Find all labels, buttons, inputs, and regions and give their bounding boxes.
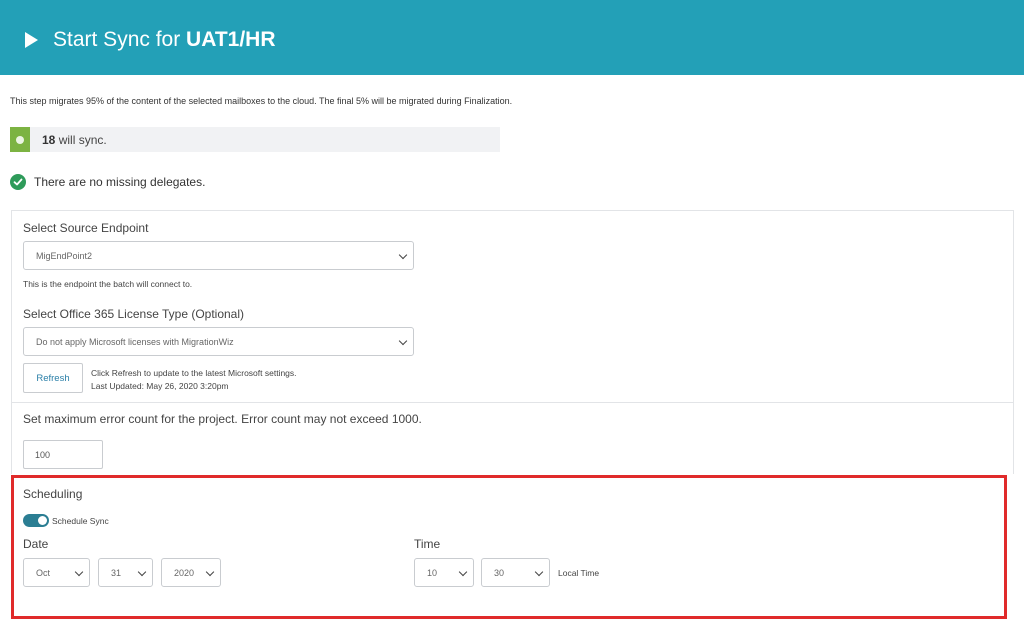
minute-value: 30 xyxy=(494,568,505,578)
refresh-button[interactable]: Refresh xyxy=(23,363,83,393)
error-count-input[interactable]: 100 xyxy=(23,440,103,469)
chevron-down-icon xyxy=(74,567,84,577)
toggle-knob xyxy=(38,516,47,525)
sync-status-indicator xyxy=(10,127,30,152)
delegates-status-text: There are no missing delegates. xyxy=(34,175,206,189)
scheduling-highlight xyxy=(11,475,1007,619)
license-type-select[interactable]: Do not apply Microsoft licenses with Mig… xyxy=(23,327,414,356)
page-title: Start Sync for UAT1/HR xyxy=(53,28,276,52)
year-select[interactable]: 2020 xyxy=(161,558,221,587)
last-updated-text: Last Updated: May 26, 2020 3:20pm xyxy=(91,381,229,391)
day-value: 31 xyxy=(111,568,122,578)
source-endpoint-help: This is the endpoint the batch will conn… xyxy=(23,279,193,289)
minute-select[interactable]: 30 xyxy=(481,558,550,587)
chevron-down-icon xyxy=(398,336,408,346)
schedule-sync-toggle[interactable] xyxy=(23,514,49,527)
chevron-down-icon xyxy=(398,250,408,260)
chevron-down-icon xyxy=(137,567,147,577)
time-zone-label: Local Time xyxy=(558,568,600,578)
month-select[interactable]: Oct xyxy=(23,558,90,587)
intro-text: This step migrates 95% of the content of… xyxy=(10,96,513,106)
chevron-down-icon xyxy=(205,567,215,577)
day-select[interactable]: 31 xyxy=(98,558,153,587)
refresh-help-text: Click Refresh to update to the latest Mi… xyxy=(91,368,297,378)
license-type-value: Do not apply Microsoft licenses with Mig… xyxy=(36,337,234,347)
hour-value: 10 xyxy=(427,568,438,578)
chevron-down-icon xyxy=(534,567,544,577)
source-endpoint-value: MigEndPoint2 xyxy=(36,251,93,261)
page-header: Start Sync for UAT1/HR xyxy=(0,0,1024,75)
month-value: Oct xyxy=(36,568,51,578)
date-label: Date xyxy=(23,537,49,551)
play-icon xyxy=(25,32,38,48)
sync-status-bar: 18 will sync. xyxy=(10,127,500,152)
check-circle-icon xyxy=(10,174,26,190)
schedule-sync-label: Schedule Sync xyxy=(52,516,109,526)
sync-status-text: 18 will sync. xyxy=(42,133,107,147)
scheduling-title: Scheduling xyxy=(23,487,83,501)
chevron-down-icon xyxy=(458,567,468,577)
time-label: Time xyxy=(414,537,441,551)
error-count-label: Set maximum error count for the project.… xyxy=(23,412,422,426)
source-endpoint-label: Select Source Endpoint xyxy=(23,221,149,235)
error-count-value: 100 xyxy=(35,450,51,460)
sync-suffix: will sync. xyxy=(55,133,107,147)
sync-count: 18 xyxy=(42,133,56,147)
status-dot-icon xyxy=(16,136,24,144)
page-title-prefix: Start Sync for xyxy=(53,28,187,51)
hour-select[interactable]: 10 xyxy=(414,558,474,587)
license-type-label: Select Office 365 License Type (Optional… xyxy=(23,307,245,321)
batch-name: UAT1/HR xyxy=(186,28,276,51)
source-endpoint-select[interactable]: MigEndPoint2 xyxy=(23,241,414,270)
year-value: 2020 xyxy=(174,568,195,578)
